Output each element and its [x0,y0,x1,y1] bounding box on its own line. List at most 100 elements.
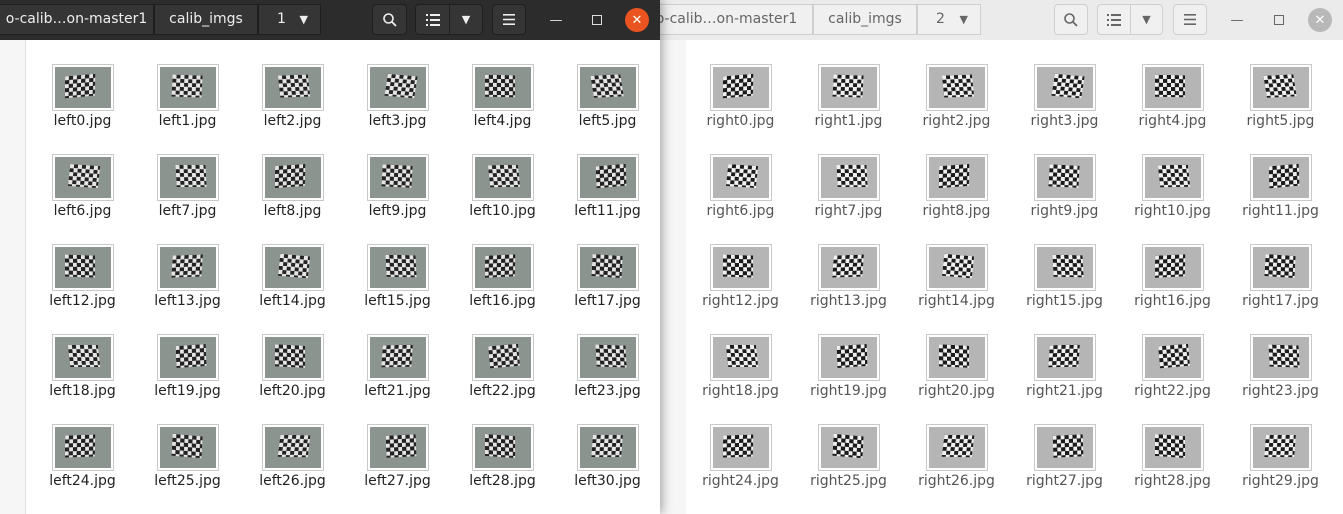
file-item[interactable]: right7.jpg [796,154,901,234]
file-item[interactable]: right17.jpg [1228,244,1333,324]
file-item[interactable]: left21.jpg [345,334,450,414]
search-button[interactable] [372,4,407,35]
file-item[interactable]: left23.jpg [555,334,660,414]
view-list-button[interactable] [1097,4,1131,35]
file-item[interactable]: left22.jpg [450,334,555,414]
file-item[interactable]: left27.jpg [345,424,450,504]
file-item[interactable]: right2.jpg [904,64,1009,144]
file-name: right5.jpg [1246,113,1315,129]
file-item[interactable]: right28.jpg [1120,424,1225,504]
file-item[interactable]: right22.jpg [1120,334,1225,414]
minimize-button[interactable]: — [544,8,568,32]
file-item[interactable]: left30.jpg [555,424,660,504]
path-segment-parent[interactable]: o-calib…on-master1 [0,4,154,35]
checkerboard-image-icon [1145,247,1201,288]
file-item[interactable]: left11.jpg [555,154,660,234]
file-item[interactable]: left24.jpg [30,424,135,504]
file-item[interactable]: right23.jpg [1228,334,1333,414]
file-item[interactable]: left26.jpg [240,424,345,504]
file-item[interactable]: left20.jpg [240,334,345,414]
file-name: left7.jpg [158,203,217,219]
checkerboard-pattern [64,254,96,278]
file-item[interactable]: left5.jpg [555,64,660,144]
file-item[interactable]: left18.jpg [30,334,135,414]
checkerboard-image-icon [370,247,426,288]
close-button[interactable]: ✕ [1308,8,1332,32]
file-thumbnail [577,154,639,201]
path-segment-label: 2 [936,11,945,27]
path-segment-calib-imgs[interactable]: calib_imgs [154,4,258,35]
path-segment-current[interactable]: 2 ▼ [917,4,981,35]
file-item[interactable]: right20.jpg [904,334,1009,414]
file-item[interactable]: left3.jpg [345,64,450,144]
file-item[interactable]: right16.jpg [1120,244,1225,324]
file-item[interactable]: left14.jpg [240,244,345,324]
file-item[interactable]: right26.jpg [904,424,1009,504]
file-item[interactable]: left7.jpg [135,154,240,234]
file-item[interactable]: left6.jpg [30,154,135,234]
file-item[interactable]: right4.jpg [1120,64,1225,144]
file-item[interactable]: right14.jpg [904,244,1009,324]
file-item[interactable]: left9.jpg [345,154,450,234]
file-name: left8.jpg [263,203,322,219]
file-item[interactable]: right21.jpg [1012,334,1117,414]
file-name: right1.jpg [814,113,883,129]
file-item[interactable]: right12.jpg [688,244,793,324]
file-item[interactable]: left8.jpg [240,154,345,234]
checkerboard-image-icon [475,157,531,198]
file-item[interactable]: right13.jpg [796,244,901,324]
file-item[interactable]: right25.jpg [796,424,901,504]
file-item[interactable]: right10.jpg [1120,154,1225,234]
file-item[interactable]: right19.jpg [796,334,901,414]
file-name: right29.jpg [1242,473,1319,489]
file-item[interactable]: right1.jpg [796,64,901,144]
file-item[interactable]: left16.jpg [450,244,555,324]
file-name: left22.jpg [469,383,536,399]
file-item[interactable]: right27.jpg [1012,424,1117,504]
checkerboard-pattern [277,253,311,279]
file-item[interactable]: left28.jpg [450,424,555,504]
file-item[interactable]: right15.jpg [1012,244,1117,324]
checkerboard-image-icon [160,337,216,378]
minimize-button[interactable]: — [1225,8,1249,32]
file-item[interactable]: right3.jpg [1012,64,1117,144]
file-item[interactable]: right9.jpg [1012,154,1117,234]
file-item[interactable]: right29.jpg [1228,424,1333,504]
file-item[interactable]: left10.jpg [450,154,555,234]
file-item[interactable]: right5.jpg [1228,64,1333,144]
file-item[interactable]: right0.jpg [688,64,793,144]
file-item[interactable]: left19.jpg [135,334,240,414]
menu-button[interactable] [492,4,526,35]
file-item[interactable]: right6.jpg [688,154,793,234]
path-segment-parent[interactable]: o-calib…on-master1 [641,4,813,35]
close-button[interactable]: ✕ [625,8,649,32]
checkerboard-image-icon [475,247,531,288]
file-item[interactable]: left1.jpg [135,64,240,144]
menu-button[interactable] [1173,4,1207,35]
view-options-button[interactable]: ▼ [449,4,483,35]
view-options-button[interactable]: ▼ [1130,4,1163,35]
file-thumbnail [367,154,429,201]
file-thumbnail [926,154,988,201]
checkerboard-image-icon [1037,247,1093,288]
path-segment-calib-imgs[interactable]: calib_imgs [813,4,917,35]
checkerboard-image-icon [713,157,769,198]
file-item[interactable]: left15.jpg [345,244,450,324]
file-item[interactable]: left4.jpg [450,64,555,144]
maximize-button[interactable] [585,8,609,32]
file-item[interactable]: left13.jpg [135,244,240,324]
file-thumbnail [1142,64,1204,111]
file-item[interactable]: right11.jpg [1228,154,1333,234]
file-item[interactable]: right18.jpg [688,334,793,414]
search-button[interactable] [1054,4,1088,35]
view-list-button[interactable] [415,4,450,35]
file-item[interactable]: left0.jpg [30,64,135,144]
file-item[interactable]: left12.jpg [30,244,135,324]
maximize-button[interactable] [1267,8,1291,32]
file-item[interactable]: right24.jpg [688,424,793,504]
file-item[interactable]: left2.jpg [240,64,345,144]
file-item[interactable]: right8.jpg [904,154,1009,234]
file-item[interactable]: left25.jpg [135,424,240,504]
path-segment-current[interactable]: 1 ▼ [258,4,321,35]
file-item[interactable]: left17.jpg [555,244,660,324]
